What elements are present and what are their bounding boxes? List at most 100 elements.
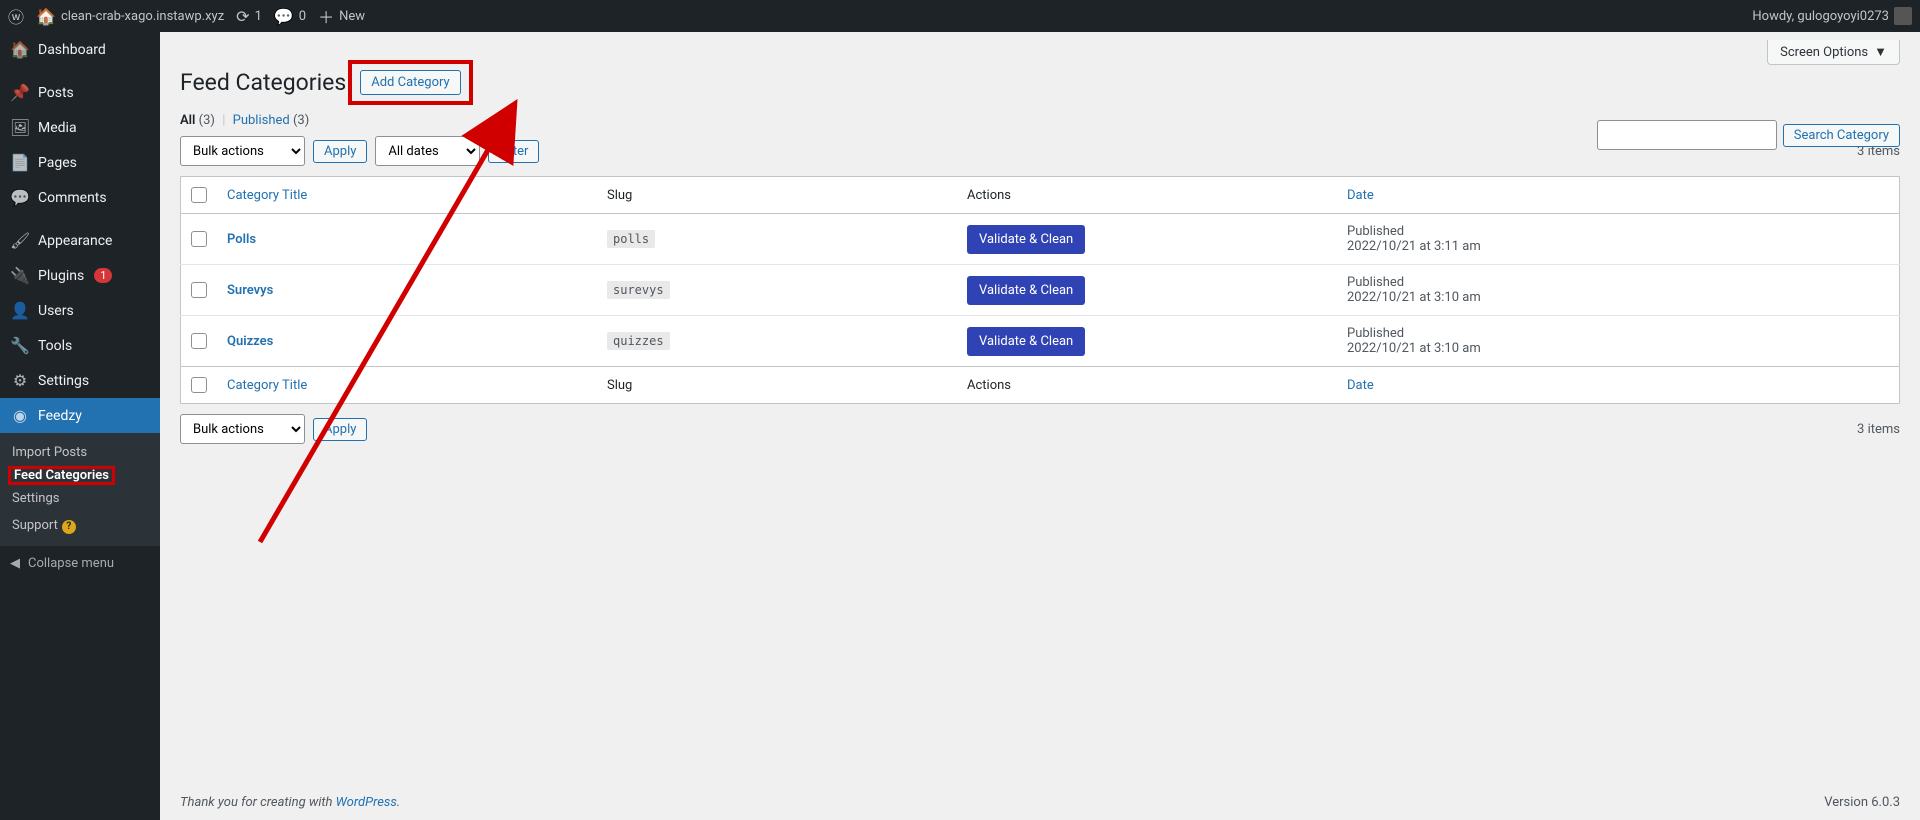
search-button[interactable]: Search Category xyxy=(1783,124,1900,147)
collapse-label: Collapse menu xyxy=(28,556,114,571)
admin-bar-left: ⓦ 🏠clean-crab-xago.instawp.xyz ⟳1 💬0 ＋Ne… xyxy=(8,4,365,28)
wordpress-link[interactable]: WordPress xyxy=(336,795,397,810)
apply-button-top[interactable]: Apply xyxy=(313,140,367,163)
menu-label: Tools xyxy=(38,338,72,354)
menu-label: Settings xyxy=(38,373,89,389)
menu-tools[interactable]: 🔧 Tools xyxy=(0,328,160,363)
filter-button[interactable]: Filter xyxy=(488,140,539,163)
row-checkbox[interactable] xyxy=(191,231,207,247)
col-title-header[interactable]: Category Title xyxy=(217,177,597,214)
menu-label: Comments xyxy=(38,190,107,206)
content-area: Screen Options ▼ Feed Categories Add Cate… xyxy=(160,32,1920,820)
updates-count: 1 xyxy=(255,9,262,24)
search-box: Search Category xyxy=(1597,120,1900,150)
filter-all[interactable]: All xyxy=(180,113,195,128)
howdy-link[interactable]: Howdy, gulogoyoyi0273 xyxy=(1752,7,1912,25)
menu-plugins[interactable]: 🔌Plugins1 xyxy=(0,258,160,293)
apply-button-bottom[interactable]: Apply xyxy=(313,418,367,441)
row-slug: quizzes xyxy=(607,332,670,350)
menu-users[interactable]: 👤 Users xyxy=(0,293,160,328)
row-status: Published xyxy=(1347,224,1889,239)
dashboard-icon: 🏠 xyxy=(10,40,30,59)
row-title-link[interactable]: Quizzes xyxy=(227,334,273,349)
col-date-header[interactable]: Date xyxy=(1337,177,1900,214)
submenu-support[interactable]: Support? xyxy=(0,512,160,540)
comment-icon: 💬 xyxy=(10,188,30,207)
tablenav-bottom: Bulk actions Apply 3 items xyxy=(180,414,1900,444)
screen-options-label: Screen Options xyxy=(1780,45,1868,60)
submenu-import-posts[interactable]: Import Posts xyxy=(0,439,160,466)
new-link[interactable]: ＋New xyxy=(318,4,365,28)
collapse-icon: ◀ xyxy=(10,556,20,571)
page-icon: 📄 xyxy=(10,153,30,172)
row-status: Published xyxy=(1347,275,1889,290)
col-date-footer[interactable]: Date xyxy=(1337,367,1900,404)
validate-clean-button[interactable]: Validate & Clean xyxy=(967,327,1085,356)
add-category-highlight: Add Category xyxy=(348,60,472,105)
validate-clean-button[interactable]: Validate & Clean xyxy=(967,225,1085,254)
select-all-checkbox-top[interactable] xyxy=(191,187,207,203)
items-count-bottom: 3 items xyxy=(1857,422,1900,437)
row-checkbox[interactable] xyxy=(191,282,207,298)
wp-logo[interactable]: ⓦ xyxy=(8,4,24,28)
help-icon: ? xyxy=(62,520,76,534)
submenu-feed-categories[interactable]: Feed Categories xyxy=(8,466,115,485)
col-slug-footer: Slug xyxy=(597,367,957,404)
plugin-update-badge: 1 xyxy=(94,268,112,283)
menu-pages[interactable]: 📄 Pages xyxy=(0,145,160,180)
comments-link[interactable]: 💬0 xyxy=(274,7,306,26)
col-actions-footer: Actions xyxy=(957,367,1337,404)
menu-comments[interactable]: 💬 Comments xyxy=(0,180,160,215)
add-category-button[interactable]: Add Category xyxy=(360,70,460,95)
filter-published[interactable]: Published xyxy=(233,113,290,128)
select-all-checkbox-bottom[interactable] xyxy=(191,377,207,393)
wrench-icon: 🔧 xyxy=(10,336,30,355)
menu-posts[interactable]: 📌Posts xyxy=(0,75,160,110)
updates-link[interactable]: ⟳1 xyxy=(236,7,262,26)
howdy-text: Howdy, gulogoyoyi0273 xyxy=(1752,9,1889,24)
validate-clean-button[interactable]: Validate & Clean xyxy=(967,276,1085,305)
menu-feedzy[interactable]: ◉Feedzy xyxy=(0,398,160,433)
menu-settings[interactable]: ⚙ Settings xyxy=(0,363,160,398)
menu-appearance[interactable]: 🖌Appearance xyxy=(0,223,160,258)
wordpress-icon: ⓦ xyxy=(8,4,24,28)
row-checkbox[interactable] xyxy=(191,333,207,349)
col-title-footer[interactable]: Category Title xyxy=(217,367,597,404)
refresh-icon: ⟳ xyxy=(236,7,249,26)
row-date: 2022/10/21 at 3:10 am xyxy=(1347,290,1481,305)
submenu-settings[interactable]: Settings xyxy=(0,485,160,512)
submenu-label: Support xyxy=(12,518,58,533)
screen-options-toggle[interactable]: Screen Options ▼ xyxy=(1767,40,1900,65)
row-title-link[interactable]: Surevys xyxy=(227,283,273,298)
menu-label: Users xyxy=(38,303,74,319)
row-title-link[interactable]: Polls xyxy=(227,232,256,247)
gear-icon: ⚙ xyxy=(10,371,30,390)
site-link[interactable]: 🏠clean-crab-xago.instawp.xyz xyxy=(36,7,224,26)
user-icon: 👤 xyxy=(10,301,30,320)
feedzy-submenu: Import Posts Feed Categories Settings Su… xyxy=(0,433,160,546)
admin-footer: Thank you for creating with WordPress. V… xyxy=(180,795,1900,810)
date-filter-select[interactable]: All dates xyxy=(375,136,480,166)
menu-media[interactable]: 🖼Media xyxy=(0,110,160,145)
menu-dashboard[interactable]: 🏠Dashboard xyxy=(0,32,160,67)
page-header: Feed Categories Add Category xyxy=(180,32,1900,105)
row-date: 2022/10/21 at 3:11 am xyxy=(1347,239,1481,254)
new-label: New xyxy=(339,9,365,24)
comments-count: 0 xyxy=(299,9,306,24)
footer-version: Version 6.0.3 xyxy=(1824,795,1900,810)
media-icon: 🖼 xyxy=(10,118,30,137)
bulk-actions-select-bottom[interactable]: Bulk actions xyxy=(180,414,305,444)
table-row: PollspollsValidate & CleanPublished2022/… xyxy=(181,214,1900,265)
menu-label: Appearance xyxy=(38,233,112,249)
menu-label: Feedzy xyxy=(38,408,82,424)
collapse-menu[interactable]: ◀ Collapse menu xyxy=(0,546,160,581)
chevron-down-icon: ▼ xyxy=(1874,44,1887,60)
table-row: Surevys surevys Validate & Clean Published2… xyxy=(181,265,1900,316)
row-slug: surevys xyxy=(607,281,670,299)
search-input[interactable] xyxy=(1597,120,1777,150)
filter-all-count: (3) xyxy=(199,113,215,128)
footer-thankyou: Thank you for creating with WordPress. xyxy=(180,795,400,810)
bulk-actions-select-top[interactable]: Bulk actions xyxy=(180,136,305,166)
admin-bar: ⓦ 🏠clean-crab-xago.instawp.xyz ⟳1 💬0 ＋Ne… xyxy=(0,0,1920,32)
menu-label: Pages xyxy=(38,155,77,171)
